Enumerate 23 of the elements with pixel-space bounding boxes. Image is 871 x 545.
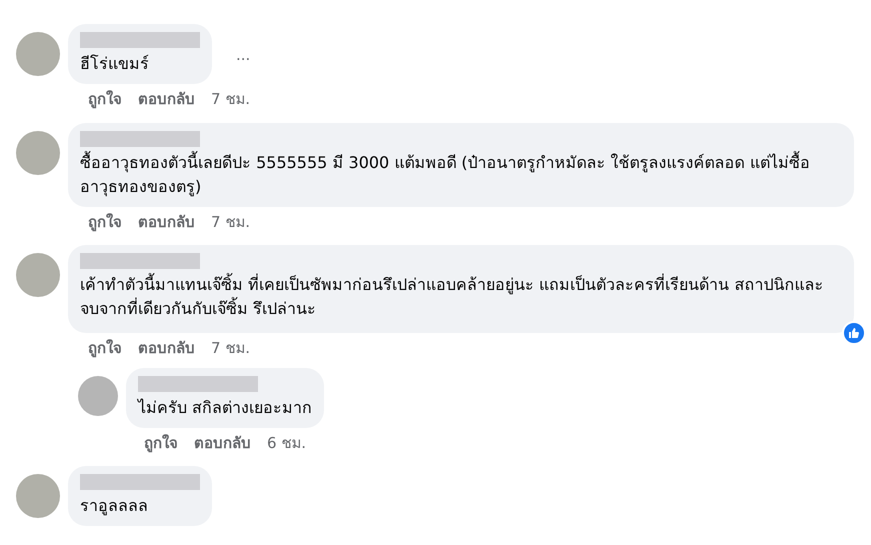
comment-text: เค้าทำตัวนี้มาแทนเจ๊ซิ้ม ที่เคยเป็นซัพมาก่อนรึเปล่าแอบคล้ายอยู่นะ แถมเป็นตัวละครที่เรียนด้าน สถาปนิกและจบจากที่เดียวกันกับเจ๊ซิ้ม รึเปล่านะ — [80, 273, 824, 320]
comment-text: ไม่ครับ สกิลต่างเยอะมาก — [138, 396, 312, 418]
comment-text: ราอูลลลล — [80, 495, 149, 518]
avatar-placeholder — [16, 253, 60, 297]
avatar-placeholder — [16, 32, 60, 76]
reply-link[interactable]: ตอบกลับ — [138, 337, 195, 360]
comment-time: 7 ชม. — [211, 338, 250, 359]
reply-link[interactable]: ตอบกลับ — [138, 210, 195, 233]
avatar-placeholder — [16, 130, 60, 174]
like-link[interactable]: ถูกใจ — [88, 210, 122, 233]
like-link[interactable]: ถูกใจ — [88, 337, 122, 360]
avatar-placeholder — [78, 376, 118, 416]
like-link[interactable]: ถูกใจ — [88, 88, 122, 110]
avatar-placeholder — [16, 474, 60, 518]
comment-time: 6 ชม. — [267, 432, 306, 454]
comment-time: 7 ชม. — [211, 89, 250, 110]
comment-time: 7 ชม. — [211, 212, 250, 232]
reply-link[interactable]: ตอบกลับ — [138, 88, 195, 110]
like-link[interactable]: ถูกใจ — [144, 432, 178, 454]
comment-text: ฮีโร่แขมร์ — [80, 53, 150, 75]
reply-link[interactable]: ตอบกลับ — [194, 432, 251, 454]
more-options[interactable]: ... — [236, 44, 250, 66]
comment-text: ซื้ออาวุธทองตัวนี้เลยดีปะ 5555555 มี 3000 แต้มพอดี (ป๋าอนาตรูกำหมัดละ ใช้ตรูลงแรงค์ตลอด แต่ไม่ซื้ออาวุธทองของตรู) — [80, 150, 811, 198]
